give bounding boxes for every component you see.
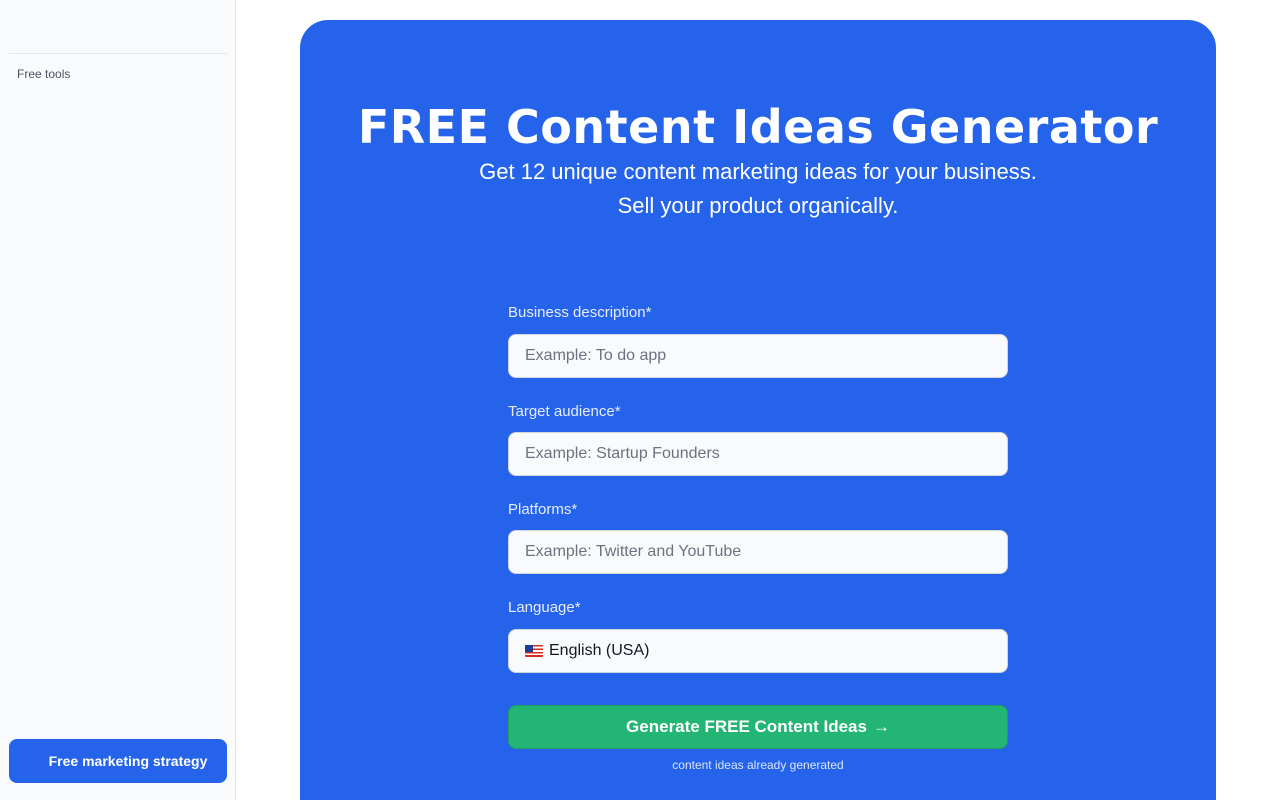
sidebar-header <box>0 0 235 53</box>
language-select[interactable]: English (USA) <box>508 629 1008 673</box>
generate-content-ideas-button[interactable]: Generate FREE Content Ideas → <box>508 705 1008 749</box>
target-audience-label: Target audience* <box>508 403 621 420</box>
ideas-generated-counter-text: content ideas already generated <box>672 758 844 772</box>
sidebar-section-free-tools: Free tools <box>17 67 71 81</box>
platforms-input[interactable] <box>508 530 1008 574</box>
page-title: FREE Content Ideas Generator <box>357 100 1159 154</box>
arrow-right-icon: → <box>872 717 890 736</box>
hero-card: FREE Content Ideas Generator Get 12 uniq… <box>300 20 1216 800</box>
language-label: Language* <box>508 599 581 616</box>
business-description-input[interactable] <box>508 334 1008 378</box>
target-audience-input[interactable] <box>508 432 1008 476</box>
generate-button-label: Generate FREE Content Ideas <box>626 717 867 736</box>
hero-subtitle-line1: Get 12 unique content marketing ideas fo… <box>479 159 1037 184</box>
app-root: Free tools Free marketing strategy FREE … <box>0 0 1280 800</box>
business-description-label: Business description* <box>508 304 652 321</box>
us-flag-icon <box>525 645 543 657</box>
sidebar: Free tools Free marketing strategy <box>0 0 236 800</box>
sidebar-divider <box>9 53 227 54</box>
free-marketing-strategy-button[interactable]: Free marketing strategy <box>9 739 227 783</box>
language-selected-value: English (USA) <box>549 642 650 659</box>
platforms-label: Platforms* <box>508 501 578 518</box>
hero-subtitle-line2: Sell your product organically. <box>617 193 899 218</box>
